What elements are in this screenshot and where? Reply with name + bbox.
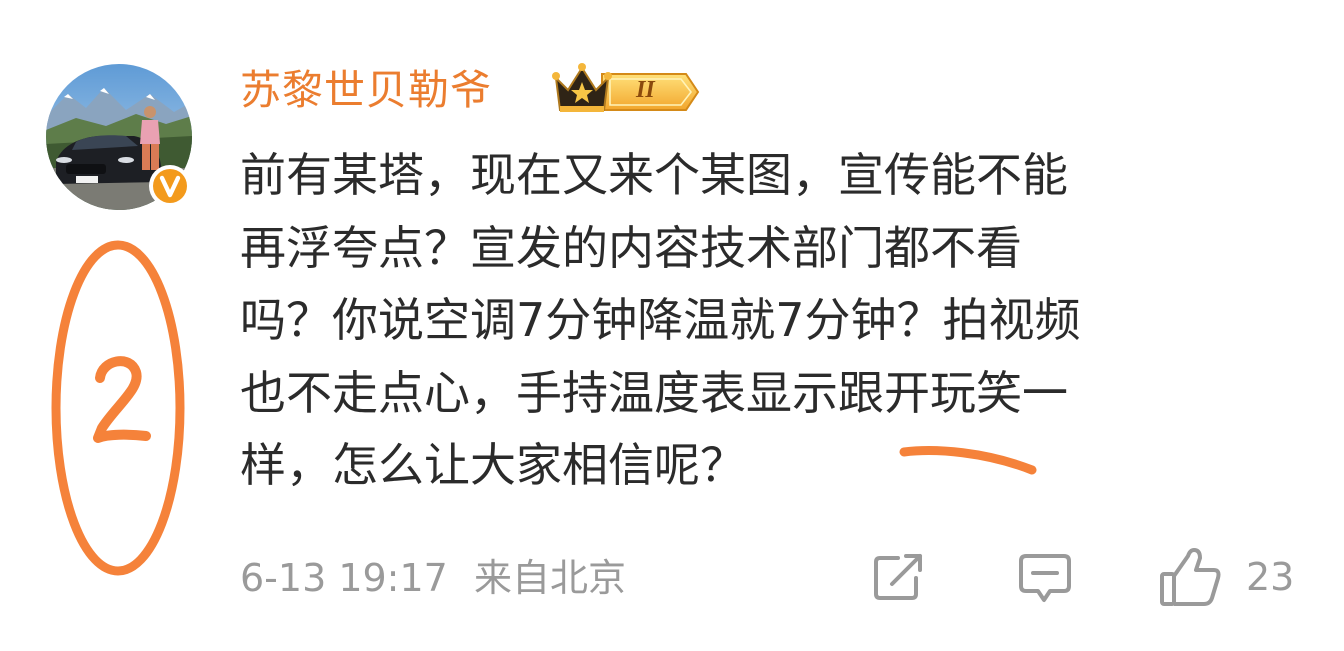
- crown-badge-icon: [552, 63, 700, 112]
- comment-line: 样，怎么让大家相信呢？: [240, 438, 746, 492]
- comment-date: 6-13 19:17: [240, 556, 448, 600]
- badge-level-label: II: [636, 77, 655, 103]
- thumbs-up-icon: [1160, 548, 1221, 606]
- like-count: 23: [1246, 555, 1295, 599]
- comment-meta: 6-13 19:17 来自北京: [240, 555, 626, 601]
- annotation-number-two: [93, 356, 151, 443]
- membership-badge[interactable]: II: [550, 62, 700, 118]
- comment-line: 吗？你说空调7分钟降温就7分钟？拍视频: [240, 293, 1081, 347]
- comment-line: 前有某塔，现在又来个某图，宣传能不能: [240, 148, 1068, 202]
- comment-line: 也不走点心，手持温度表显示跟开玩笑一: [240, 365, 1068, 420]
- reply-button[interactable]: [1016, 550, 1074, 606]
- comment-body: 前有某塔，现在又来个某图，宣传能不能 再浮夸点？宣发的内容技术部门都不看 吗？你…: [240, 139, 1300, 502]
- like-button[interactable]: 23: [1158, 544, 1298, 606]
- forward-button[interactable]: [870, 550, 928, 604]
- author-name[interactable]: 苏黎世贝勒爷: [240, 62, 492, 118]
- comment-line: 再浮夸点？宣发的内容技术部门都不看: [240, 220, 1022, 275]
- avatar-container[interactable]: [46, 64, 192, 210]
- annotation-circle-icon: [51, 240, 185, 576]
- comment-bubble-icon: [1019, 554, 1071, 602]
- verified-v-icon: [149, 165, 191, 207]
- comment-location: 来自北京: [473, 556, 626, 600]
- share-edit-icon: [874, 554, 922, 600]
